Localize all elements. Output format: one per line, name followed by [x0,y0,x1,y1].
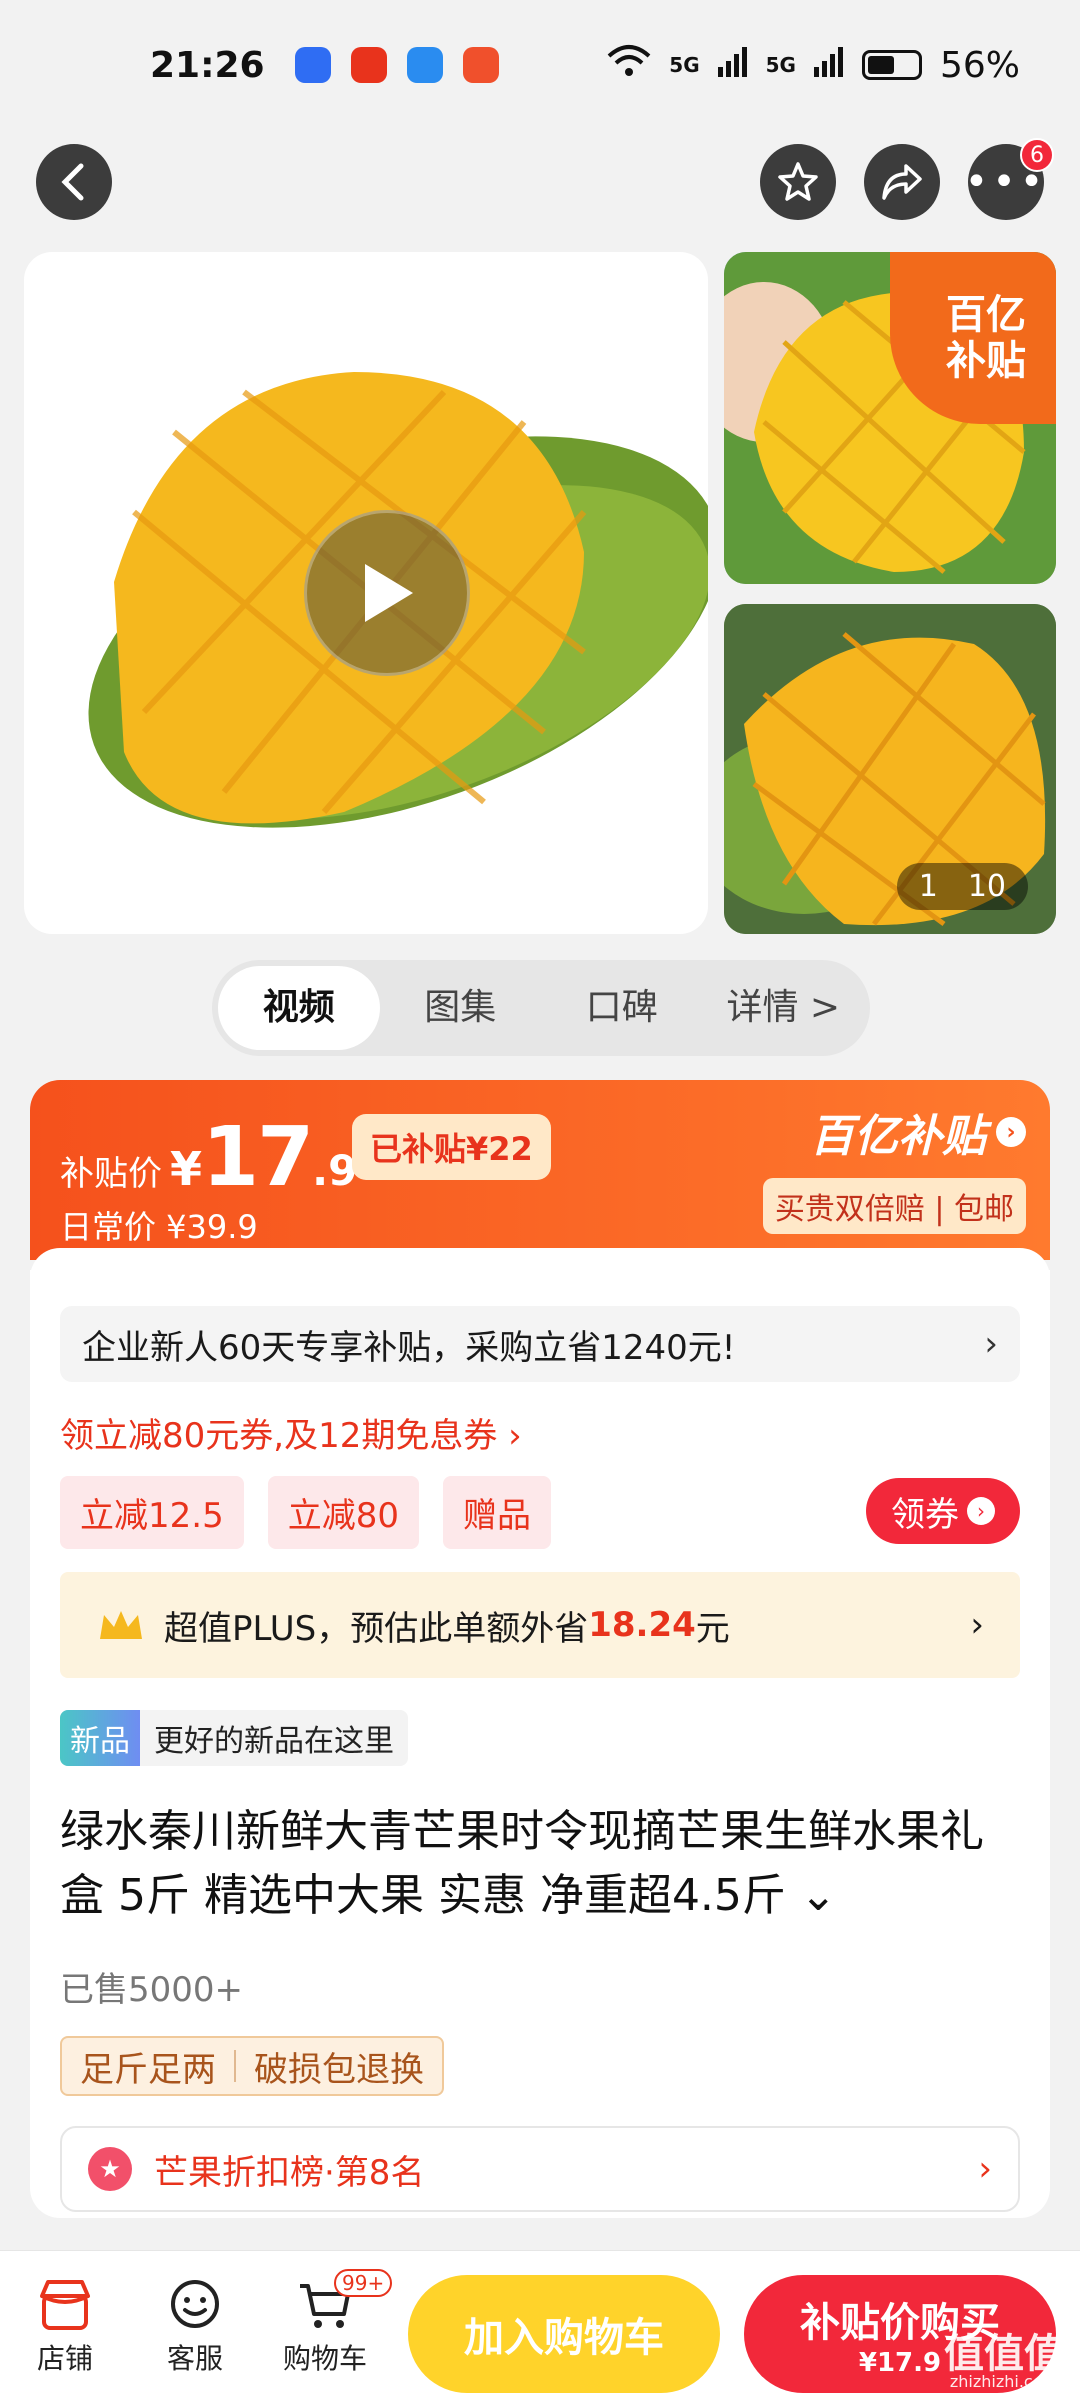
back-button[interactable] [36,144,112,220]
gallery-thumbnail-2[interactable]: 1 10 [724,604,1056,934]
gallery-thumbnail-1[interactable]: 百亿 补贴 [724,252,1056,584]
chevron-right-icon: › [984,1324,998,1364]
watermark-text: 值值值 [944,2331,1064,2377]
currency-symbol: ¥ [170,1142,203,1196]
discount-chip[interactable]: 立减12.5 [60,1476,244,1549]
chevron-right-icon: › [996,1117,1026,1147]
status-bar: 21:26 5G 5G 56% [0,0,1080,130]
chevron-right-icon: › [970,1605,984,1645]
buy-price: ¥17.9 [858,2348,942,2378]
shopping-app-icon [462,47,499,83]
discount-chip[interactable]: 立减80 [267,1476,419,1549]
guarantee-tags[interactable]: 足斤足两 破损包退换 [60,2036,444,2096]
share-icon [882,164,922,200]
get-coupon-label: 领券 [891,1494,959,1535]
cart-count-badge: 99+ [334,2269,393,2297]
watermark: 值值值 zhizhizhi.com [944,2334,1064,2390]
brand-title: 百亿补贴 [810,1111,986,1162]
store-icon [40,2280,90,2330]
more-button[interactable]: ••• 6 [965,138,1054,220]
coupon-offer-link[interactable]: 领立减80元券,及12期免息券 › [60,1408,522,1457]
cart-nav[interactable]: 99+ 购物车 [270,2269,393,2377]
brand-guarantee: 买贵双倍赔 | 包邮 [762,1178,1026,1234]
plus-prefix: 超值PLUS，预估此单额外省 [164,1608,589,1649]
discount-chips: 立减12.5 立减80 赠品 [60,1476,551,1549]
baidu-app-icon [294,47,331,83]
price-integer: 17 [202,1110,314,1205]
subsidy-badge-line2: 补贴 [946,338,1026,384]
tab-reviews[interactable]: 口碑 [541,966,703,1050]
subsidy-price-label: 补贴价 [60,1154,162,1194]
jd-app-icon [350,47,387,83]
customer-service-icon [171,2280,219,2328]
top-action-bar: ••• 6 [36,138,1054,224]
signal-bars-icon-1 [717,45,748,86]
price-card: 补贴价 ¥ 17 .9 已补贴¥22 日常价 ¥39.9 百亿补贴 › 买贵双倍… [30,1080,1050,1260]
billion-subsidy-brand[interactable]: 百亿补贴 › 买贵双倍赔 | 包邮 [762,1100,1026,1234]
chevron-right-icon: › [978,2149,992,2189]
tab-details[interactable]: 详情 > [703,966,865,1050]
gallery-counter-total: 10 [967,869,1006,904]
gallery-counter: 1 10 [896,863,1028,910]
gallery-counter-current: 1 [918,869,938,904]
subsidy-badge-line1: 百亿 [946,292,1026,338]
new-product-tag[interactable]: 新品 更好的新品在这里 [60,1710,408,1766]
signal-icon-1: 5G [669,53,700,77]
subsidy-price: 补贴价 ¥ 17 .9 [60,1110,357,1205]
play-video-button[interactable] [304,510,470,676]
daily-price: 日常价 ¥39.9 [60,1208,258,1246]
service-label: 客服 [166,2342,223,2375]
battery-percent: 56% [939,44,1020,86]
sold-count: 已售5000+ [60,1970,244,2010]
crown-icon [100,1611,142,1639]
enterprise-promo-bar[interactable]: 企业新人60天专享补贴，采购立省1240元! › [60,1306,1020,1382]
wifi-icon [607,44,651,87]
new-tag-desc: 更好的新品在这里 [154,1724,394,1759]
chevron-right-icon: › [967,1497,995,1525]
service-nav[interactable]: 客服 [140,2273,250,2377]
product-title[interactable]: 绿水秦川新鲜大青芒果时令现摘芒果生鲜水果礼盒 5斤 精选中大果 实惠 净重超4.… [60,1800,1020,1928]
tab-gallery[interactable]: 图集 [380,966,542,1050]
guarantee-tag: 破损包退换 [254,2049,424,2090]
plus-suffix: 元 [695,1608,730,1649]
product-video-main[interactable] [24,252,708,934]
signal-icon-2: 5G [765,53,796,77]
ranking-text: 芒果折扣榜·第8名 [154,2152,425,2193]
subsidized-amount-chip: 已补贴¥22 [352,1114,551,1180]
store-label: 店铺 [36,2342,93,2375]
price-decimal: .9 [312,1146,358,1195]
bottom-action-bar: 店铺 客服 99+ 购物车 加入购物车 补贴价购买 ¥17.9 值值值 zhiz… [0,2250,1080,2400]
plus-savings: 18.24 [588,1605,696,1645]
notification-icons [294,47,499,83]
status-time: 21:26 [150,44,265,86]
enterprise-promo-text: 企业新人60天专享补贴，采购立省1240元! [82,1327,736,1368]
ranking-bar[interactable]: ★ 芒果折扣榜·第8名 › [60,2126,1020,2212]
more-badge: 6 [1020,138,1054,172]
battery-icon [861,50,922,80]
tab-video[interactable]: 视频 [218,966,380,1050]
star-icon [778,162,818,201]
cart-label: 购物车 [282,2342,367,2375]
watermark-url: zhizhizhi.com [949,2372,1059,2391]
get-coupon-button[interactable]: 领券 › [866,1478,1020,1544]
qq-browser-icon [406,47,443,83]
share-button[interactable] [864,144,940,220]
gift-chip[interactable]: 赠品 [442,1476,551,1549]
guarantee-tag: 足斤足两 [80,2049,216,2090]
medal-icon: ★ [88,2147,132,2191]
favorite-button[interactable] [760,144,836,220]
chevron-left-icon [61,163,84,201]
play-icon [365,564,413,622]
new-tag-label: 新品 [60,1710,140,1766]
media-tabs: 视频 图集 口碑 详情 > [212,960,870,1056]
plus-membership-bar[interactable]: 超值PLUS，预估此单额外省 18.24 元 › [60,1572,1020,1678]
signal-bars-icon-2 [813,45,844,86]
store-nav[interactable]: 店铺 [10,2273,120,2377]
add-to-cart-button[interactable]: 加入购物车 [408,2275,720,2393]
